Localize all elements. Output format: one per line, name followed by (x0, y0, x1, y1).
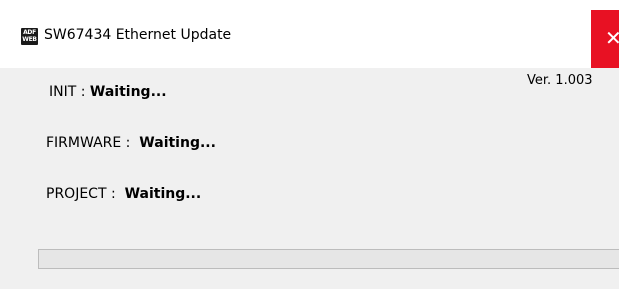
init-status: INIT : Waiting... (49, 84, 167, 100)
firmware-status: FIRMWARE : Waiting... (46, 135, 216, 151)
close-button[interactable]: ✕ (591, 10, 619, 68)
progress-bar (38, 249, 619, 269)
firmware-label: FIRMWARE : (46, 135, 140, 151)
version-label: Ver. 1.003 (527, 73, 593, 88)
firmware-value: Waiting... (139, 135, 216, 151)
window-title: SW67434 Ethernet Update (44, 27, 232, 43)
init-label: INIT : (49, 84, 90, 100)
title-bar[interactable]: ADF WEB SW67434 Ethernet Update ✕ (0, 0, 619, 68)
update-window: ADF WEB SW67434 Ethernet Update ✕ Ver. 1… (0, 0, 619, 289)
init-value: Waiting... (89, 84, 167, 100)
content-area: Ver. 1.003 INIT : Waiting... FIRMWARE : … (0, 68, 619, 289)
close-icon: ✕ (605, 26, 619, 50)
adfweb-logo-icon: ADF WEB (21, 28, 38, 45)
project-value: Waiting... (124, 186, 202, 202)
project-status: PROJECT : Waiting... (46, 186, 201, 202)
project-label: PROJECT : (46, 186, 125, 202)
